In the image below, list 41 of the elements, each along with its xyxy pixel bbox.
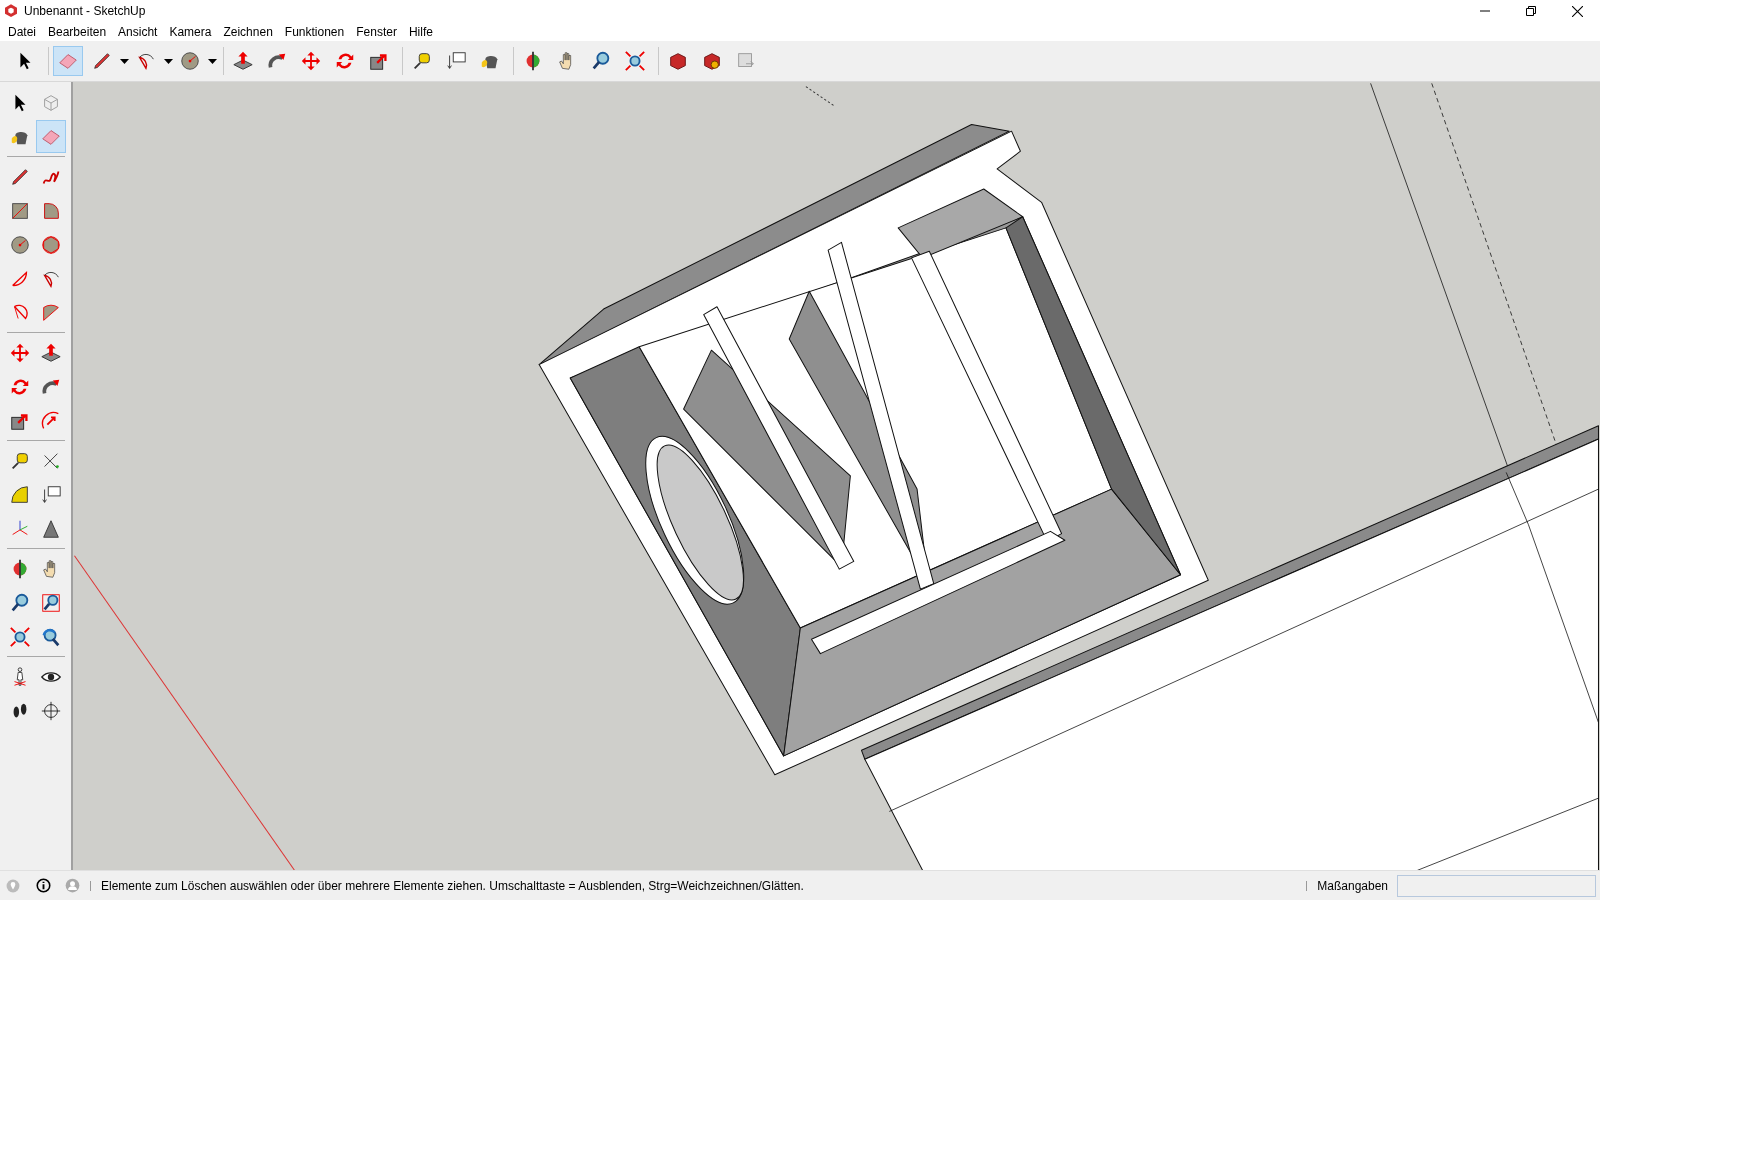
- push-pull-icon: [232, 50, 254, 72]
- 3d-viewport-model-drawing[interactable]: [73, 82, 1600, 870]
- menu-item[interactable]: Kamera: [163, 22, 218, 41]
- zoom-extents-icon: [624, 50, 646, 72]
- menu-item[interactable]: Zeichnen: [217, 22, 279, 41]
- restore-icon: [1526, 6, 1536, 16]
- measurements-label: Maßangaben: [1317, 877, 1388, 895]
- tape-measure-icon: [411, 50, 433, 72]
- zoom-window-icon: [40, 591, 62, 614]
- box-with-coin-icon: [701, 50, 723, 72]
- circle-icon: [9, 233, 31, 256]
- menu-item[interactable]: Hilfe: [402, 22, 439, 41]
- info-icon[interactable]: [36, 878, 51, 893]
- menu-item[interactable]: Datei: [2, 22, 42, 41]
- caret-icon: [119, 58, 129, 64]
- menu-item[interactable]: Bearbeiten: [42, 22, 113, 41]
- zoom-icon: [590, 50, 612, 72]
- box-icon: [667, 50, 689, 72]
- zoom-icon: [9, 591, 31, 614]
- status-message: Elemente zum Löschen auswählen oder über mehrere Elemente ziehen. Umschalttaste = Ausblenden, Strg=Weichzeichnen/Glätten.: [101, 877, 804, 895]
- protractor-icon: [9, 483, 31, 506]
- polygon-icon: [40, 233, 62, 256]
- close-icon: [1571, 5, 1583, 17]
- zoom-extents-icon: [9, 625, 31, 648]
- text-label-icon: [445, 50, 467, 72]
- app-logo-icon: [3, 3, 19, 19]
- pencil-icon: [91, 50, 113, 72]
- menu-item[interactable]: Funktionen: [278, 22, 351, 41]
- text-label-icon: [40, 483, 62, 506]
- caret-icon: [207, 58, 217, 64]
- window-title: Unbenannt - SketchUp: [24, 3, 146, 20]
- crosshair-circle-icon: [40, 699, 62, 722]
- menu-item[interactable]: Fenster: [350, 22, 403, 41]
- four-arrows-icon: [9, 341, 31, 364]
- pyramid-icon: [40, 517, 62, 540]
- four-arrows-icon: [300, 50, 322, 72]
- measurements-field[interactable]: [1397, 874, 1596, 897]
- circle-icon: [179, 50, 201, 72]
- push-pull-icon: [40, 341, 62, 364]
- caret-icon: [163, 58, 173, 64]
- menu-item[interactable]: Ansicht: [112, 22, 164, 41]
